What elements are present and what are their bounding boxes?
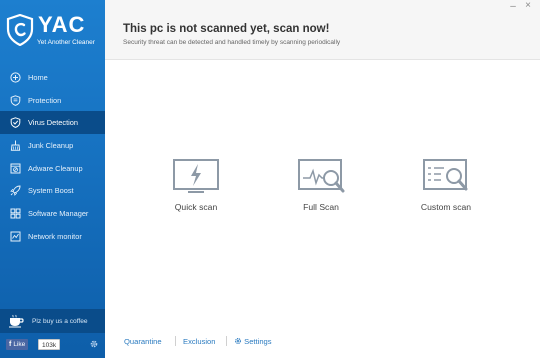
grid-icon [10,208,21,219]
sidebar-item-label: Software Manager [28,208,89,218]
logo-shield-icon [6,14,34,46]
sidebar-item-network-monitor[interactable]: Network monitor [0,225,105,248]
header: This pc is not scanned yet, scan now! Se… [105,0,540,60]
sidebar-nav: Home Protection Virus Detection Junk Cle… [0,66,105,248]
footer-divider [226,336,227,346]
facebook-like-count: 103k [38,339,61,350]
sidebar-item-label: System Boost [28,186,74,196]
lightning-monitor-icon [173,159,219,193]
sidebar-item-label: Protection [28,95,62,105]
page-title: This pc is not scanned yet, scan now! [123,23,330,35]
settings-label: Settings [244,337,272,346]
network-icon [10,231,21,242]
logo-title: YAC [38,12,86,37]
coffee-label: Plz buy us a coffee [32,317,88,325]
sidebar: YAC Yet Another Cleaner Home Protection … [0,0,105,358]
sidebar-item-label: Adware Cleanup [28,163,83,173]
footer-links: Quarantine Exclusion Settings [105,334,540,350]
facebook-like-label: Like [13,341,26,348]
sidebar-item-label: Junk Cleanup [28,140,74,150]
sidebar-item-software-manager[interactable]: Software Manager [0,202,105,225]
list-magnifier-icon [423,159,468,191]
gear-icon [235,338,241,344]
full-scan-button[interactable]: Full Scan [286,158,356,218]
full-scan-label: Full Scan [303,202,339,212]
sidebar-item-label: Network monitor [28,231,82,241]
adware-icon [10,163,21,174]
pulse-magnifier-icon [298,159,345,193]
sidebar-item-virus-detection[interactable]: Virus Detection [0,111,105,135]
facebook-icon: f [9,341,12,348]
sidebar-item-adware-cleanup[interactable]: Adware Cleanup [0,157,105,180]
page-subtitle: Security threat can be detected and hand… [123,39,341,46]
sidebar-item-junk-cleanup[interactable]: Junk Cleanup [0,134,105,157]
quick-scan-button[interactable]: Quick scan [161,158,231,218]
sidebar-item-label: Home [28,72,48,82]
buy-coffee-button[interactable]: Plz buy us a coffee [0,309,105,333]
minimize-button[interactable]: – [508,2,518,12]
custom-scan-button[interactable]: Custom scan [411,158,481,218]
gear-icon[interactable] [89,339,99,349]
quarantine-link[interactable]: Quarantine [124,337,162,346]
footer-divider [175,336,176,346]
exclusion-link[interactable]: Exclusion [183,337,216,346]
rocket-icon [10,185,21,197]
shield-icon [10,94,21,106]
home-icon [10,72,21,83]
logo-subtitle: Yet Another Cleaner [37,39,95,46]
custom-scan-label: Custom scan [420,202,472,212]
sidebar-item-system-boost[interactable]: System Boost [0,179,105,202]
app-logo: YAC Yet Another Cleaner [6,12,102,54]
coffee-cup-icon [9,314,24,328]
quick-scan-label: Quick scan [174,202,218,212]
broom-icon [10,140,21,151]
sidebar-item-protection[interactable]: Protection [0,89,105,112]
facebook-like-button[interactable]: f Like [6,339,29,350]
settings-link[interactable]: Settings [234,337,272,346]
sidebar-item-home[interactable]: Home [0,66,105,89]
sidebar-item-label: Virus Detection [28,118,78,128]
shield-check-icon [10,117,21,129]
close-button[interactable]: × [523,1,533,11]
social-bar: f Like 103k [6,339,102,351]
